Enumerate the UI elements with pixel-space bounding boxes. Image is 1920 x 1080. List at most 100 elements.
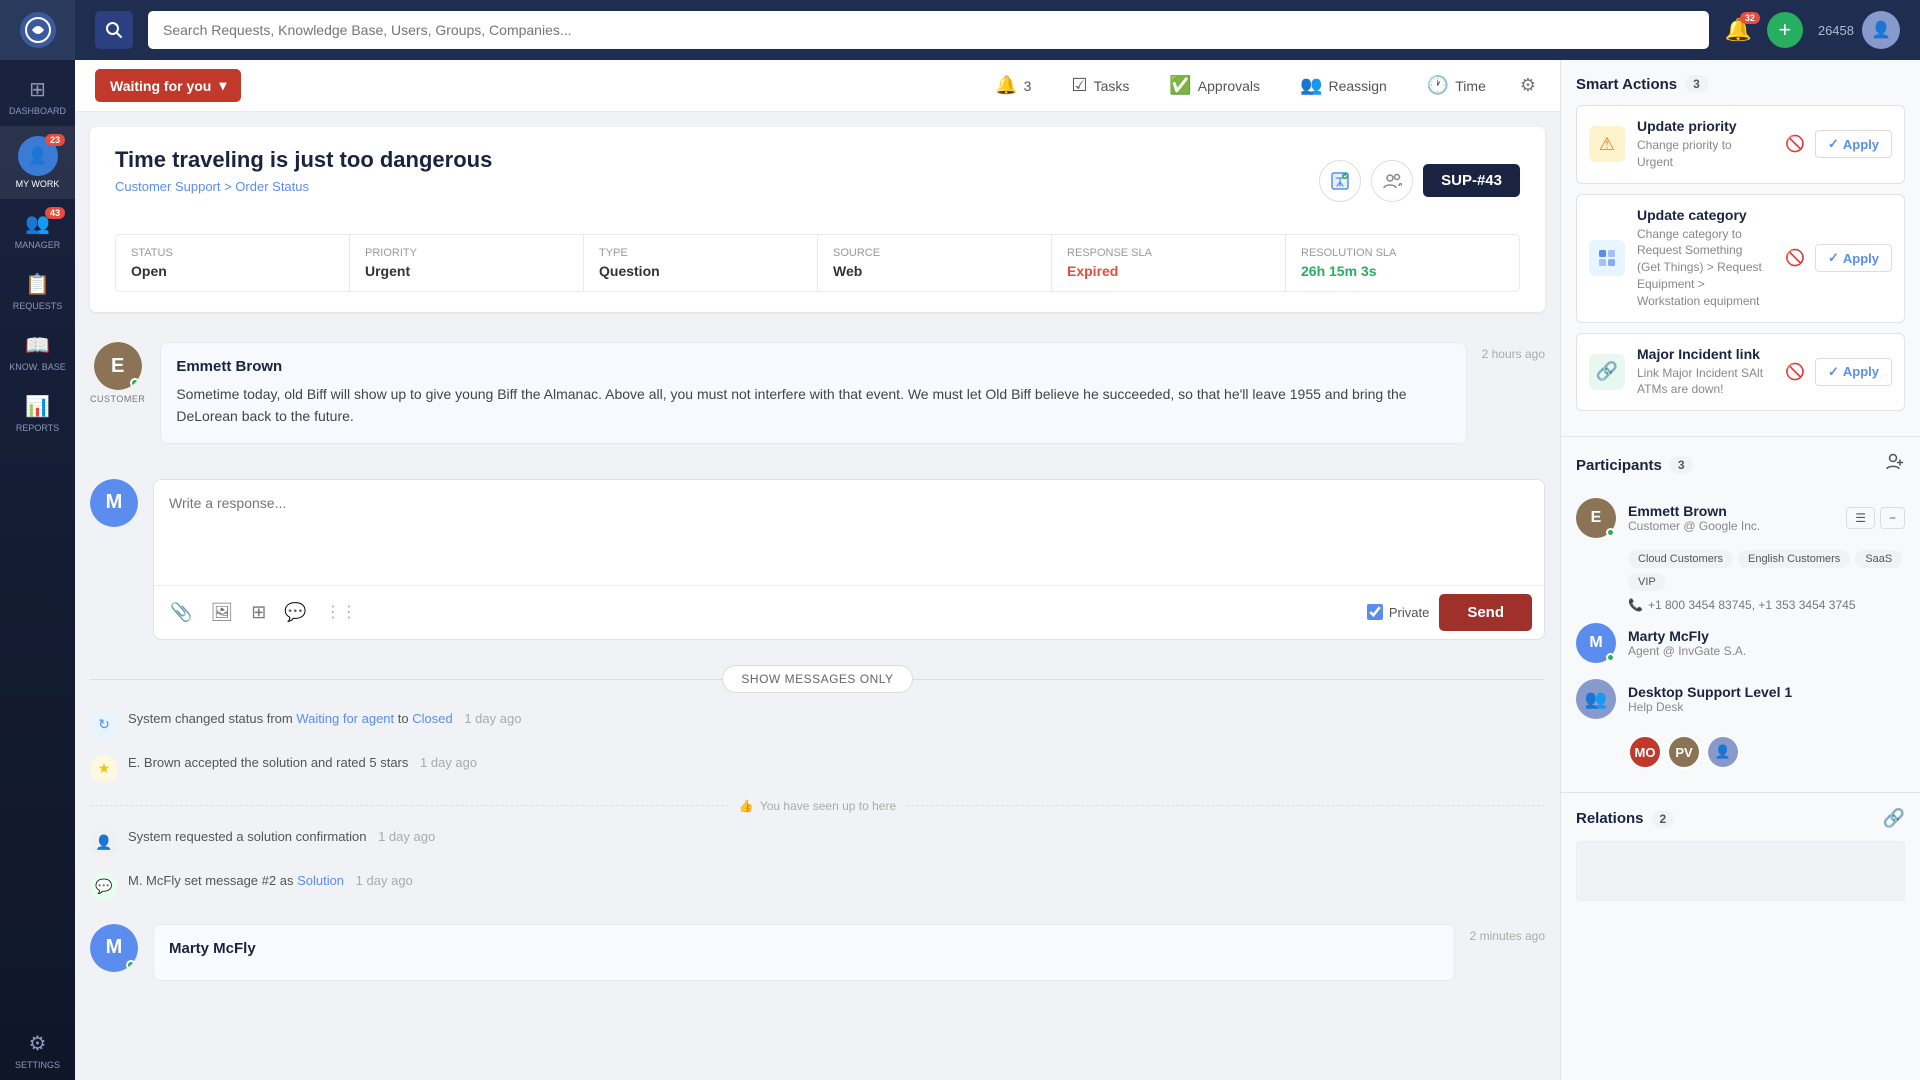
marty-online-dot	[1606, 653, 1615, 662]
message-time: 2 hours ago	[1482, 342, 1545, 444]
know-base-icon: 📖	[24, 331, 52, 359]
table-button[interactable]: ⊞	[247, 598, 270, 627]
customer-badge: CUSTOMER	[90, 394, 145, 404]
topbar: 🔔 32 + 26458 👤	[75, 0, 1920, 60]
ticket-fields: Status Open Priority Urgent Type Questio…	[115, 234, 1520, 292]
manager-badge: 43	[45, 207, 65, 219]
sidebar-item-know-base[interactable]: 📖 KNOW. BASE	[0, 321, 75, 382]
add-relation-button[interactable]: 🔗	[1883, 808, 1905, 829]
emmett-action-btn[interactable]: ☰	[1846, 507, 1875, 529]
waiting-for-agent-link[interactable]: Waiting for agent	[296, 711, 394, 726]
emmett-remove-btn[interactable]: −	[1880, 507, 1905, 529]
avatar-extra[interactable]: 👤	[1706, 735, 1740, 769]
send-button[interactable]: Send	[1439, 594, 1532, 631]
image-button[interactable]: 🖼	[206, 598, 237, 627]
apply-button-2[interactable]: ✓ Apply	[1815, 244, 1892, 272]
smart-actions-section: Smart Actions 3 ⚠ Update priority Change…	[1561, 60, 1920, 437]
solution-link[interactable]: Solution	[297, 873, 344, 888]
apply-button-3[interactable]: ✓ Apply	[1815, 358, 1892, 386]
emmett-phone: 📞 +1 800 3454 83745, +1 353 3454 3745	[1576, 595, 1905, 615]
add-button[interactable]: +	[1767, 12, 1803, 48]
show-messages-button[interactable]: SHOW MESSAGES ONLY	[722, 665, 912, 693]
closed-link[interactable]: Closed	[412, 711, 452, 726]
apply-label-3: Apply	[1843, 364, 1879, 379]
approvals-button[interactable]: ✅ Approvals	[1159, 69, 1270, 102]
field-status: Status Open	[116, 235, 350, 291]
reassign-label: Reassign	[1328, 78, 1386, 94]
dismiss-button-3[interactable]: 🚫	[1781, 358, 1809, 386]
marty-online-indicator	[126, 960, 136, 970]
checkmark-icon-3: ✓	[1828, 364, 1839, 380]
online-indicator	[130, 378, 140, 388]
thumb-icon: 👍	[739, 799, 754, 813]
private-checkbox[interactable]	[1367, 604, 1383, 620]
sidebar-item-dashboard[interactable]: ⊞ DASHBOARD	[0, 65, 75, 126]
app-logo	[0, 0, 75, 60]
smart-action-title: Update priority	[1637, 118, 1769, 134]
translate-button[interactable]	[1319, 160, 1361, 202]
sidebar: ⊞ DASHBOARD 23 👤 MY WORK 43 👥 MANAGER 📋 …	[0, 0, 75, 1080]
breadcrumb-link[interactable]: Customer Support > Order Status	[115, 179, 309, 194]
field-priority: Priority Urgent	[350, 235, 584, 291]
marty-role: Agent @ InvGate S.A.	[1628, 644, 1905, 658]
messages-area-2: M Marty McFly 2 minutes ago	[75, 909, 1560, 1016]
checkmark-icon-2: ✓	[1828, 250, 1839, 266]
smart-action-major-incident: 🔗 Major Incident link Link Major Inciden…	[1576, 333, 1905, 412]
ticket-main: Time traveling is just too dangerous Cus…	[90, 127, 1545, 312]
participants-section: Participants 3 E	[1561, 437, 1920, 793]
ticket-toolbar: Waiting for you ▾ 🔔 3 ☑ Tasks ✅ Approval…	[75, 60, 1560, 112]
sidebar-item-my-work[interactable]: 23 👤 MY WORK	[0, 126, 75, 199]
relations-title: Relations	[1576, 810, 1644, 827]
participant-emmett: E Emmett Brown Customer @ Google Inc. ☰ …	[1576, 490, 1905, 546]
user-menu[interactable]: 26458 👤	[1818, 11, 1900, 49]
status-value: Open	[131, 263, 334, 279]
dismiss-button[interactable]: 🚫	[1781, 130, 1809, 158]
settings-button[interactable]: ⚙	[1516, 71, 1540, 100]
avatar-pv[interactable]: PV	[1667, 735, 1701, 769]
notification-bell[interactable]: 🔔 32	[1724, 17, 1751, 43]
avatar-mo[interactable]: MO	[1628, 735, 1662, 769]
comment-button[interactable]: 💬	[280, 598, 310, 627]
bell-count: 3	[1024, 78, 1032, 94]
message-sender: Emmett Brown	[176, 358, 1450, 375]
attach-button[interactable]: 📎	[166, 598, 196, 627]
compose-toolbar: 📎 🖼 ⊞ 💬 ⋮⋮ Private Send	[154, 585, 1544, 639]
bell-button[interactable]: 🔔 3	[985, 69, 1041, 102]
link-icon: 🔗	[1589, 354, 1625, 390]
tasks-label: Tasks	[1094, 78, 1130, 94]
tasks-button[interactable]: ☑ Tasks	[1061, 69, 1139, 102]
chat-icon: 💬	[90, 873, 118, 901]
dashboard-icon: ⊞	[24, 75, 52, 103]
refresh-icon: ↻	[90, 711, 118, 739]
dismiss-button-2[interactable]: 🚫	[1781, 244, 1809, 272]
reports-icon: 📊	[24, 392, 52, 420]
search-button[interactable]	[95, 11, 133, 49]
sidebar-item-label: DASHBOARD	[9, 106, 66, 116]
sidebar-item-requests[interactable]: 📋 REQUESTS	[0, 260, 75, 321]
reassign-button[interactable]: 👥 Reassign	[1290, 69, 1397, 102]
search-input[interactable]	[148, 11, 1709, 49]
add-participant-button[interactable]	[1885, 452, 1905, 478]
smart-action-update-priority: ⚠ Update priority Change priority to Urg…	[1576, 105, 1905, 184]
sidebar-item-reports[interactable]: 📊 REPORTS	[0, 382, 75, 443]
participant-marty: M Marty McFly Agent @ InvGate S.A.	[1576, 615, 1905, 671]
private-toggle[interactable]: Private	[1367, 604, 1429, 620]
relations-section: Relations 2 🔗	[1561, 793, 1920, 916]
response-textarea[interactable]	[154, 480, 1544, 580]
topbar-actions: 🔔 32 + 26458 👤	[1724, 11, 1900, 49]
ticket-id-badge: SUP-#43	[1423, 164, 1520, 197]
time-button[interactable]: 🕐 Time	[1417, 69, 1496, 102]
type-value: Question	[599, 263, 802, 279]
sidebar-item-manager[interactable]: 43 👥 MANAGER	[0, 199, 75, 260]
participants-count: 3	[1670, 456, 1693, 474]
compose-avatar-circle: M	[90, 479, 138, 527]
messages-area: E CUSTOMER Emmett Brown Sometime today, …	[75, 327, 1560, 479]
sidebar-item-settings[interactable]: ⚙ SETTINGS	[0, 1019, 75, 1080]
activity-solution-set: 💬 M. McFly set message #2 as Solution 1 …	[75, 865, 1560, 909]
marty-avatar: M	[90, 924, 138, 972]
apply-button[interactable]: ✓ Apply	[1815, 130, 1892, 158]
status-button[interactable]: Waiting for you ▾	[95, 69, 241, 102]
source-value: Web	[833, 263, 1036, 279]
users-button[interactable]	[1371, 160, 1413, 202]
smart-action-title-3: Major Incident link	[1637, 346, 1769, 362]
